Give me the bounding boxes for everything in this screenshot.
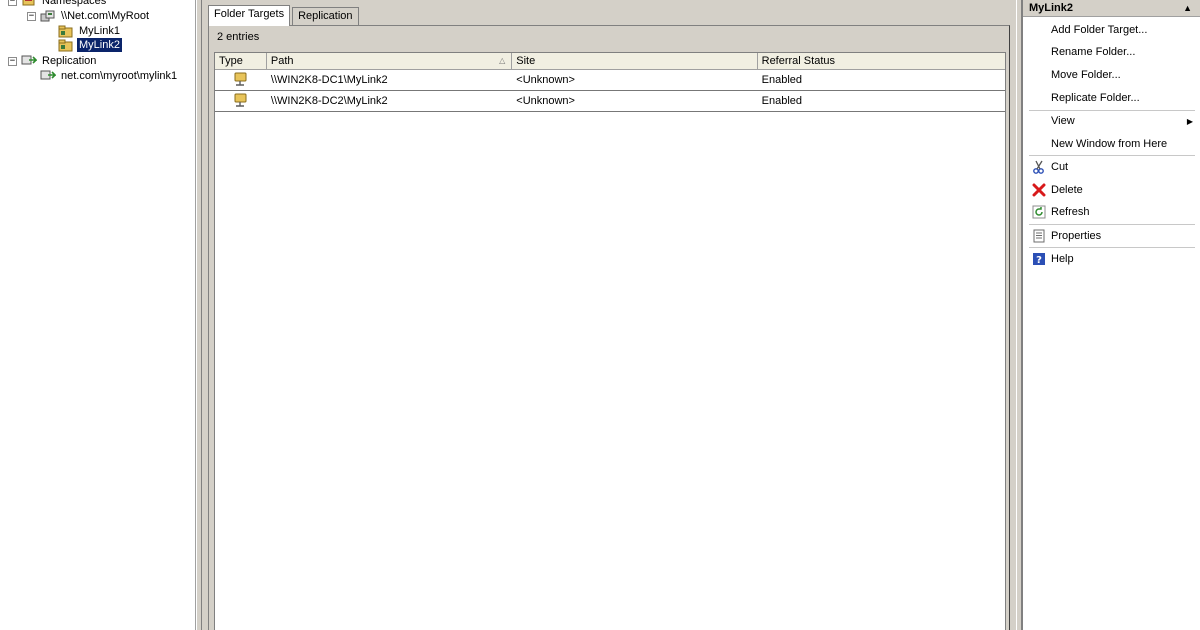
table-row[interactable]: \\WIN2K8-DC1\MyLink2 <Unknown> Enabled xyxy=(215,70,1005,91)
results-pane: Folder Targets Replication 2 entries Typ… xyxy=(202,0,1016,630)
tree-node-replication[interactable]: − Replication xyxy=(8,54,98,68)
collapse-toggle[interactable]: − xyxy=(8,0,17,6)
action-new-window[interactable]: New Window from Here xyxy=(1023,134,1200,154)
tab-panel: 2 entries Type Path △ Site Referral Statu… xyxy=(208,25,1010,630)
cell-site: <Unknown> xyxy=(516,95,575,107)
folder-target-icon xyxy=(215,71,267,90)
properties-icon xyxy=(1031,228,1047,244)
tree-label: \\Net.com\MyRoot xyxy=(61,10,150,22)
tree-node-replication-group[interactable]: net.com\myroot\mylink1 xyxy=(40,69,179,83)
tab-replication[interactable]: Replication xyxy=(292,7,359,25)
action-refresh[interactable]: Refresh xyxy=(1023,202,1200,222)
tab-folder-targets[interactable]: Folder Targets xyxy=(208,5,291,26)
refresh-icon xyxy=(1031,204,1047,220)
entries-count: 2 entries xyxy=(217,31,260,43)
tree-node-namespaces[interactable]: − Namespaces xyxy=(8,0,108,8)
action-label: New Window from Here xyxy=(1051,138,1168,150)
replication-group-icon xyxy=(40,69,57,83)
action-view[interactable]: View ▶ xyxy=(1023,111,1200,131)
tree-node-mylink2[interactable]: MyLink2 xyxy=(58,37,123,53)
action-label: Help xyxy=(1051,253,1074,265)
delete-x-icon xyxy=(1031,182,1047,198)
namespace-root-icon xyxy=(40,9,56,23)
action-properties[interactable]: Properties xyxy=(1023,226,1200,246)
tab-strip: Folder Targets Replication xyxy=(208,5,361,26)
column-label: Type xyxy=(219,55,243,67)
actions-section-header[interactable]: MyLink2 ▲ xyxy=(1023,0,1200,17)
action-label: Refresh xyxy=(1051,206,1090,218)
action-delete[interactable]: Delete xyxy=(1023,180,1200,200)
action-rename-folder[interactable]: Rename Folder... xyxy=(1023,42,1200,62)
svg-text:?: ? xyxy=(1036,255,1042,266)
collapse-toggle[interactable]: − xyxy=(8,56,17,66)
action-move-folder[interactable]: Move Folder... xyxy=(1023,65,1200,85)
cell-path: \\WIN2K8-DC1\MyLink2 xyxy=(270,74,388,86)
action-label: Delete xyxy=(1051,184,1083,196)
column-label: Referral Status xyxy=(761,55,835,67)
tree-label: MyLink1 xyxy=(79,25,120,37)
column-label: Path xyxy=(270,55,294,67)
action-label: Add Folder Target... xyxy=(1051,24,1148,36)
tree-label: Replication xyxy=(42,55,97,67)
replication-icon xyxy=(21,54,38,68)
action-label: Rename Folder... xyxy=(1051,46,1136,58)
collapse-toggle[interactable]: − xyxy=(27,11,36,21)
tree-label-selected: MyLink2 xyxy=(76,37,123,53)
column-header-path[interactable]: Path △ xyxy=(266,53,513,69)
action-label: Properties xyxy=(1051,230,1102,242)
action-replicate-folder[interactable]: Replicate Folder... xyxy=(1023,88,1200,108)
cell-referral-status: Enabled xyxy=(761,95,802,107)
sort-ascending-icon: △ xyxy=(499,56,506,65)
list-header: Type Path △ Site Referral Status xyxy=(215,53,1005,70)
table-row[interactable]: \\WIN2K8-DC2\MyLink2 <Unknown> Enabled xyxy=(215,91,1005,112)
scissors-icon xyxy=(1031,159,1047,175)
folder-link-icon xyxy=(58,38,74,52)
column-label: Site xyxy=(516,55,536,67)
column-header-type[interactable]: Type xyxy=(215,53,267,69)
help-icon: ? xyxy=(1031,251,1047,267)
tree-label: net.com\myroot\mylink1 xyxy=(61,70,178,82)
action-label: Move Folder... xyxy=(1051,69,1121,81)
action-label: Replicate Folder... xyxy=(1051,92,1140,104)
namespaces-icon xyxy=(21,0,37,8)
column-header-site[interactable]: Site xyxy=(512,53,758,69)
action-label: View xyxy=(1051,115,1075,127)
tree-node-mylink1[interactable]: MyLink1 xyxy=(58,24,122,38)
console-tree[interactable]: − Namespaces − \\Net.com\MyRoot MyLink1 … xyxy=(0,0,196,630)
folder-target-icon xyxy=(215,92,267,111)
folder-link-icon xyxy=(58,24,74,38)
tree-node-myroot[interactable]: − \\Net.com\MyRoot xyxy=(27,9,151,23)
action-cut[interactable]: Cut xyxy=(1023,157,1200,177)
separator xyxy=(1029,155,1195,156)
action-label: Cut xyxy=(1051,161,1069,173)
actions-section-title: MyLink2 xyxy=(1029,2,1074,14)
cell-site: <Unknown> xyxy=(516,74,575,86)
column-header-referral-status[interactable]: Referral Status xyxy=(757,53,1005,69)
action-add-folder-target[interactable]: Add Folder Target... xyxy=(1023,20,1200,40)
folder-targets-list[interactable]: Type Path △ Site Referral Status \\WIN2K8… xyxy=(214,52,1006,630)
action-help[interactable]: ? Help xyxy=(1023,249,1200,269)
collapse-arrow-icon[interactable]: ▲ xyxy=(1183,0,1192,16)
separator xyxy=(1029,224,1195,225)
submenu-arrow-icon: ▶ xyxy=(1186,116,1193,126)
actions-pane: MyLink2 ▲ Add Folder Target... Rename Fo… xyxy=(1022,0,1200,630)
cell-referral-status: Enabled xyxy=(761,74,802,86)
separator xyxy=(1029,247,1195,248)
cell-path: \\WIN2K8-DC2\MyLink2 xyxy=(270,95,388,107)
tree-label: Namespaces xyxy=(42,0,107,7)
